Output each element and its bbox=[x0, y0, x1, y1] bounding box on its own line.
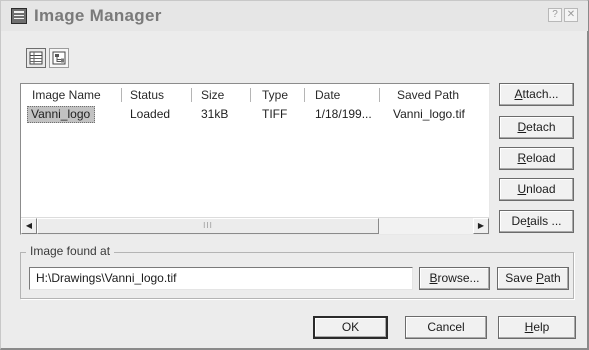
row-size: 31kB bbox=[201, 107, 229, 121]
list-view-button[interactable] bbox=[26, 48, 46, 68]
image-manager-icon bbox=[11, 8, 27, 24]
list-view-icon bbox=[29, 51, 43, 65]
details-button[interactable]: Details ... bbox=[499, 210, 574, 233]
attach-button[interactable]: Attach... bbox=[499, 83, 574, 106]
tree-view-button[interactable] bbox=[49, 48, 69, 68]
help-title-button[interactable]: ? bbox=[548, 8, 562, 22]
scrollbar-thumb[interactable]: III bbox=[37, 218, 379, 234]
column-divider[interactable] bbox=[121, 88, 122, 102]
unload-accelerator: U bbox=[517, 182, 527, 196]
table-row[interactable]: Vanni_logo Loaded 31kB TIFF 1/18/199... … bbox=[21, 106, 489, 123]
column-divider[interactable] bbox=[250, 88, 251, 102]
detach-button[interactable]: Detach bbox=[499, 116, 574, 139]
window-title: Image Manager bbox=[34, 6, 162, 25]
unload-button[interactable]: Unload bbox=[499, 178, 574, 201]
image-path-field[interactable]: H:\Drawings\Vanni_logo.tif bbox=[29, 267, 413, 290]
cancel-button[interactable]: Cancel bbox=[405, 316, 487, 339]
help-label-suffix: elp bbox=[533, 320, 550, 334]
image-manager-dialog: Image Manager ? ✕ Image Name Status Size bbox=[0, 0, 589, 350]
column-header-date[interactable]: Date bbox=[315, 87, 340, 103]
row-date: 1/18/199... bbox=[315, 107, 372, 121]
browse-button[interactable]: Browse... bbox=[419, 267, 490, 290]
close-title-button[interactable]: ✕ bbox=[564, 8, 578, 22]
scroll-left-button[interactable]: ◀ bbox=[21, 218, 37, 234]
attach-label-suffix: ttach... bbox=[522, 87, 559, 101]
unload-label-suffix: nload bbox=[526, 182, 556, 196]
column-header-type[interactable]: Type bbox=[262, 87, 288, 103]
save-path-label-suffix: ath bbox=[544, 271, 561, 285]
column-header-saved-path[interactable]: Saved Path bbox=[397, 87, 459, 103]
reload-button[interactable]: Reload bbox=[499, 147, 574, 170]
column-divider[interactable] bbox=[304, 88, 305, 102]
save-path-label-prefix: Save bbox=[505, 271, 536, 285]
title-bar[interactable]: Image Manager ? ✕ bbox=[1, 1, 588, 31]
image-list[interactable]: Image Name Status Size Type Date Saved P… bbox=[20, 83, 490, 235]
reload-accelerator: R bbox=[517, 151, 527, 165]
tree-view-icon bbox=[52, 51, 66, 65]
save-path-accelerator: P bbox=[535, 271, 544, 285]
column-header-image-name[interactable]: Image Name bbox=[32, 87, 101, 103]
detach-label-suffix: etach bbox=[526, 120, 556, 134]
column-header-size[interactable]: Size bbox=[201, 87, 224, 103]
column-divider[interactable] bbox=[379, 88, 380, 102]
row-image-name[interactable]: Vanni_logo bbox=[27, 106, 96, 123]
row-saved-path: Vanni_logo.tif bbox=[393, 107, 465, 121]
row-status: Loaded bbox=[130, 107, 171, 121]
browse-label-suffix: rowse... bbox=[437, 271, 480, 285]
row-type: TIFF bbox=[262, 107, 288, 121]
details-label-suffix: ails ... bbox=[530, 214, 562, 228]
column-divider[interactable] bbox=[191, 88, 192, 102]
scroll-right-button[interactable]: ▶ bbox=[473, 218, 489, 234]
save-path-button[interactable]: Save Path bbox=[497, 267, 569, 290]
detach-accelerator: D bbox=[517, 120, 527, 134]
help-button[interactable]: Help bbox=[498, 316, 576, 339]
browse-accelerator: B bbox=[429, 271, 438, 285]
details-label-prefix: De bbox=[511, 214, 527, 228]
thumb-grip-icon: III bbox=[203, 221, 213, 230]
arrow-right-icon: ▶ bbox=[477, 221, 485, 230]
column-header-status[interactable]: Status bbox=[130, 87, 164, 103]
arrow-left-icon: ◀ bbox=[25, 221, 33, 230]
horizontal-scrollbar[interactable]: ◀ III ▶ bbox=[21, 217, 489, 234]
reload-label-suffix: eload bbox=[526, 151, 556, 165]
image-found-at-label: Image found at bbox=[26, 244, 115, 258]
ok-button[interactable]: OK bbox=[313, 316, 388, 339]
